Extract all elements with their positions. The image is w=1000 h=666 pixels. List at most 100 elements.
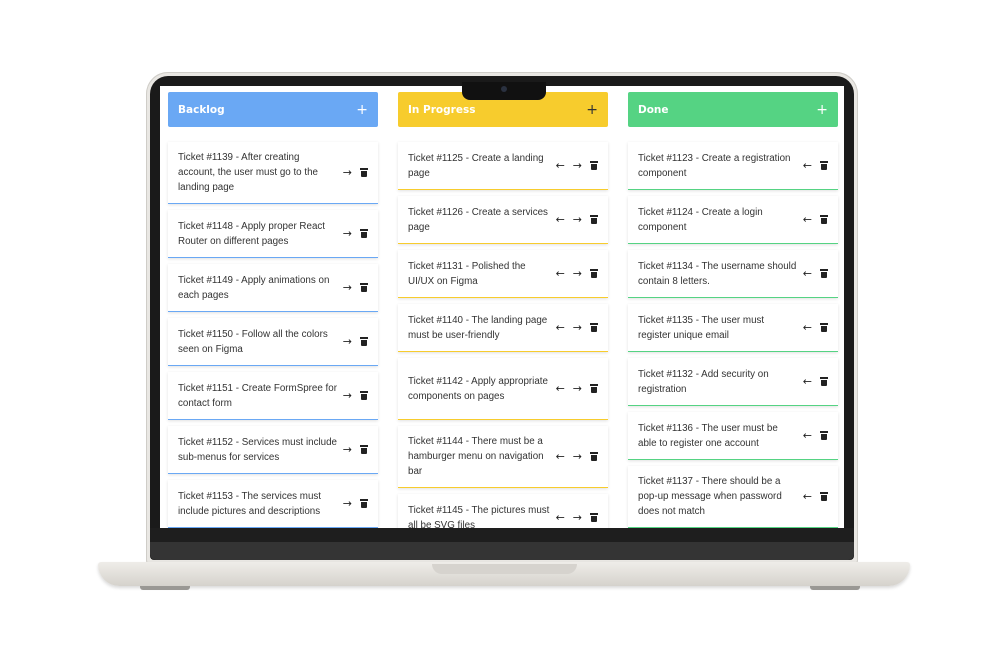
ticket-card[interactable]: Ticket #1131 - Polished the UI/UX on Fig…: [398, 250, 608, 298]
move-right-icon[interactable]: →: [573, 451, 582, 462]
move-right-icon[interactable]: →: [343, 498, 352, 509]
trash-icon[interactable]: [360, 337, 368, 346]
trash-icon[interactable]: [590, 513, 598, 522]
ticket-card[interactable]: Ticket #1134 - The username should conta…: [628, 250, 838, 298]
ticket-list-in-progress: Ticket #1125 - Create a landing page ← → Ti…: [398, 142, 608, 528]
ticket-actions: ← →: [556, 322, 598, 333]
ticket-actions: ←: [803, 491, 828, 502]
ticket-actions: ←: [803, 268, 828, 279]
move-right-icon[interactable]: →: [343, 336, 352, 347]
ticket-text: Ticket #1136 - The user must be able to …: [638, 422, 778, 449]
trash-icon[interactable]: [590, 384, 598, 393]
move-left-icon[interactable]: ←: [803, 214, 812, 225]
column-done: Done + Ticket #1123 - Create a registrat…: [628, 92, 838, 528]
ticket-card[interactable]: Ticket #1135 - The user must register un…: [628, 304, 838, 352]
trash-icon[interactable]: [590, 452, 598, 461]
ticket-card[interactable]: Ticket #1132 - Add security on registrat…: [628, 358, 838, 406]
ticket-card[interactable]: Ticket #1150 - Follow all the colors see…: [168, 318, 378, 366]
move-right-icon[interactable]: →: [343, 282, 352, 293]
move-right-icon[interactable]: →: [343, 167, 352, 178]
move-left-icon[interactable]: ←: [803, 322, 812, 333]
move-left-icon[interactable]: ←: [803, 491, 812, 502]
move-left-icon[interactable]: ←: [803, 268, 812, 279]
ticket-card[interactable]: Ticket #1124 - Create a login component ←: [628, 196, 838, 244]
ticket-text: Ticket #1135 - The user must register un…: [638, 314, 765, 341]
ticket-text: Ticket #1144 - There must be a hamburger…: [408, 436, 544, 477]
ticket-actions: →: [343, 282, 368, 293]
ticket-actions: ← →: [556, 512, 598, 523]
move-left-icon[interactable]: ←: [803, 430, 812, 441]
ticket-list-backlog: Ticket #1139 - After creating account, t…: [168, 142, 378, 528]
ticket-actions: →: [343, 498, 368, 509]
move-left-icon[interactable]: ←: [556, 512, 565, 523]
move-right-icon[interactable]: →: [573, 322, 582, 333]
ticket-card[interactable]: Ticket #1142 - Apply appropriate compone…: [398, 358, 608, 420]
trash-icon[interactable]: [820, 215, 828, 224]
trash-icon[interactable]: [360, 283, 368, 292]
ticket-card[interactable]: Ticket #1148 - Apply proper React Router…: [168, 210, 378, 258]
ticket-card[interactable]: Ticket #1137 - There should be a pop-up …: [628, 466, 838, 528]
move-left-icon[interactable]: ←: [556, 268, 565, 279]
ticket-card[interactable]: Ticket #1140 - The landing page must be …: [398, 304, 608, 352]
move-left-icon[interactable]: ←: [556, 383, 565, 394]
ticket-card[interactable]: Ticket #1149 - Apply animations on each …: [168, 264, 378, 312]
ticket-text: Ticket #1123 - Create a registration com…: [638, 152, 791, 179]
move-right-icon[interactable]: →: [343, 444, 352, 455]
move-right-icon[interactable]: →: [573, 383, 582, 394]
ticket-card[interactable]: Ticket #1126 - Create a services page ← →: [398, 196, 608, 244]
column-backlog: Backlog + Ticket #1139 - After creating …: [168, 92, 378, 528]
trash-icon[interactable]: [820, 161, 828, 170]
move-left-icon[interactable]: ←: [556, 160, 565, 171]
column-in-progress: In Progress + Ticket #1125 - Create a la…: [398, 92, 608, 528]
trash-icon[interactable]: [590, 269, 598, 278]
move-left-icon[interactable]: ←: [556, 451, 565, 462]
trash-icon[interactable]: [820, 323, 828, 332]
trash-icon[interactable]: [360, 229, 368, 238]
ticket-card[interactable]: Ticket #1123 - Create a registration com…: [628, 142, 838, 190]
ticket-card[interactable]: Ticket #1136 - The user must be able to …: [628, 412, 838, 460]
trash-icon[interactable]: [820, 269, 828, 278]
column-title: Backlog: [178, 103, 225, 116]
move-right-icon[interactable]: →: [573, 268, 582, 279]
ticket-text: Ticket #1145 - The pictures must all be …: [408, 504, 550, 529]
add-ticket-button[interactable]: +: [356, 102, 368, 118]
trash-icon[interactable]: [590, 215, 598, 224]
ticket-text: Ticket #1140 - The landing page must be …: [408, 314, 548, 341]
trash-icon[interactable]: [360, 391, 368, 400]
ticket-actions: ← →: [556, 383, 598, 394]
column-header-backlog: Backlog +: [168, 92, 378, 127]
ticket-card[interactable]: Ticket #1144 - There must be a hamburger…: [398, 426, 608, 488]
trash-icon[interactable]: [590, 161, 598, 170]
ticket-card[interactable]: Ticket #1152 - Services must include sub…: [168, 426, 378, 474]
trash-icon[interactable]: [360, 168, 368, 177]
trash-icon[interactable]: [590, 323, 598, 332]
ticket-actions: ← →: [556, 451, 598, 462]
trash-icon[interactable]: [360, 499, 368, 508]
ticket-card[interactable]: Ticket #1145 - The pictures must all be …: [398, 494, 608, 528]
ticket-actions: ←: [803, 430, 828, 441]
move-right-icon[interactable]: →: [573, 512, 582, 523]
ticket-actions: ←: [803, 214, 828, 225]
ticket-card[interactable]: Ticket #1139 - After creating account, t…: [168, 142, 378, 204]
add-ticket-button[interactable]: +: [586, 102, 598, 118]
trash-icon[interactable]: [820, 492, 828, 501]
move-right-icon[interactable]: →: [343, 228, 352, 239]
ticket-card[interactable]: Ticket #1125 - Create a landing page ← →: [398, 142, 608, 190]
move-left-icon[interactable]: ←: [803, 160, 812, 171]
move-right-icon[interactable]: →: [573, 214, 582, 225]
trash-icon[interactable]: [820, 431, 828, 440]
move-left-icon[interactable]: ←: [556, 322, 565, 333]
move-right-icon[interactable]: →: [573, 160, 582, 171]
ticket-card[interactable]: Ticket #1151 - Create FormSpree for cont…: [168, 372, 378, 420]
move-left-icon[interactable]: ←: [803, 376, 812, 387]
trash-icon[interactable]: [820, 377, 828, 386]
ticket-card[interactable]: Ticket #1153 - The services must include…: [168, 480, 378, 528]
trash-icon[interactable]: [360, 445, 368, 454]
column-title: Done: [638, 103, 669, 116]
add-ticket-button[interactable]: +: [816, 102, 828, 118]
ticket-actions: ←: [803, 322, 828, 333]
move-right-icon[interactable]: →: [343, 390, 352, 401]
move-left-icon[interactable]: ←: [556, 214, 565, 225]
ticket-actions: ← →: [556, 214, 598, 225]
ticket-text: Ticket #1142 - Apply appropriate compone…: [408, 375, 548, 402]
